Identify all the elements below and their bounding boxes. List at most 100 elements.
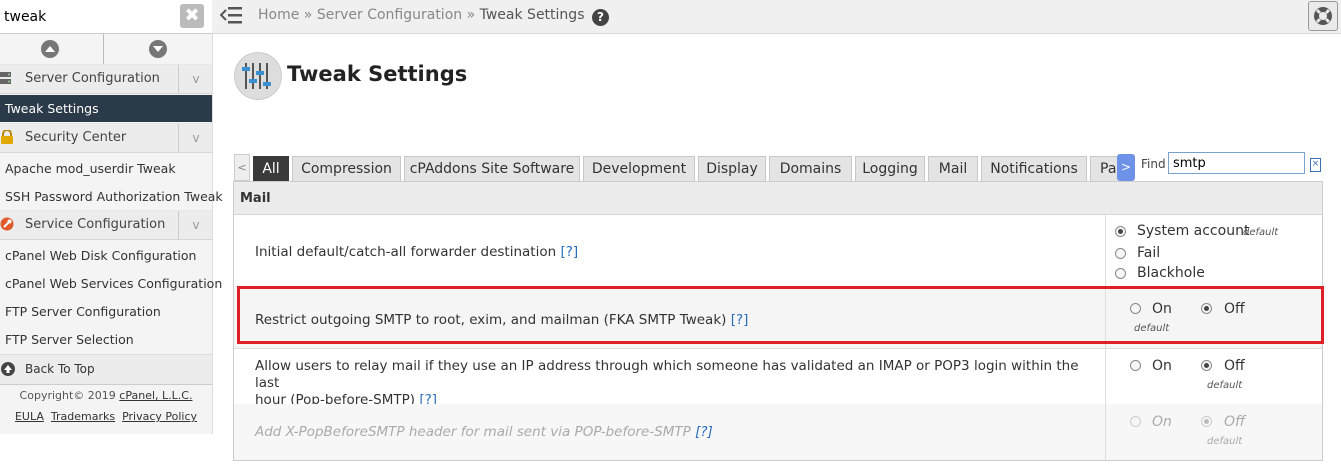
page-title: Tweak Settings xyxy=(287,62,468,86)
highlight-box xyxy=(237,286,1324,344)
radio-on[interactable] xyxy=(1130,360,1141,371)
breadcrumb-separator: » xyxy=(303,7,313,23)
sidebar-section-security-center[interactable]: Security Center v xyxy=(0,123,212,153)
radio-fail[interactable] xyxy=(1115,248,1126,259)
category-tabs: < All Compression cPAddons Site Software… xyxy=(234,154,1122,181)
sidebar-section-label: Service Configuration xyxy=(25,217,166,232)
option-label: Fail xyxy=(1137,245,1161,261)
eula-link[interactable]: EULA xyxy=(15,410,44,423)
radio-off xyxy=(1201,416,1212,427)
clear-find-icon[interactable]: × xyxy=(1310,158,1321,172)
trademarks-link[interactable]: Trademarks xyxy=(51,410,115,423)
setting-label: Add X-PopBeforeSMTP header for mail sent… xyxy=(255,424,691,440)
table-row: Initial default/catch-all forwarder dest… xyxy=(234,214,1322,287)
tab-cpaddons[interactable]: cPAddons Site Software xyxy=(404,156,580,181)
sidebar-scroll-controls xyxy=(0,34,212,65)
sidebar-item-tweak-settings[interactable]: Tweak Settings xyxy=(0,95,212,122)
option-label: Off xyxy=(1224,358,1245,374)
sidebar-item-ssh-password-auth[interactable]: SSH Password Authorization Tweak xyxy=(5,189,223,204)
divider xyxy=(1105,214,1106,286)
sidebar-section-label: Server Configuration xyxy=(25,71,160,86)
option-label: On xyxy=(1152,358,1172,374)
default-note: default xyxy=(1207,380,1243,391)
breadcrumb-home[interactable]: Home xyxy=(258,7,299,23)
group-title: Mail xyxy=(240,191,271,206)
tab-notifications[interactable]: Notifications xyxy=(981,156,1087,181)
tweak-settings-icon xyxy=(234,52,282,100)
arrow-up-icon xyxy=(1,362,15,376)
sidebar-footer: Copyright© 2019 cPanel, L.L.C. EULA Trad… xyxy=(0,389,212,423)
tab-compression[interactable]: Compression xyxy=(292,156,401,181)
group-header: Mail xyxy=(234,182,1322,215)
company-link[interactable]: cPanel, L.L.C. xyxy=(119,389,192,402)
help-icon[interactable]: ? xyxy=(591,9,609,26)
lifebuoy-icon xyxy=(1314,7,1332,25)
setting-name: Add X-PopBeforeSMTP header for mail sent… xyxy=(255,424,713,440)
setting-name: Allow users to relay mail if they use an… xyxy=(255,358,1095,409)
sidebar-item-ftp-server-configuration[interactable]: FTP Server Configuration xyxy=(5,304,161,319)
sidebar-section-service-configuration[interactable]: Service Configuration v xyxy=(0,210,212,240)
chevron-down-icon[interactable]: v xyxy=(178,124,213,152)
option-label: Off xyxy=(1224,414,1246,430)
lock-icon xyxy=(1,130,13,144)
option-label: Blackhole xyxy=(1137,265,1205,281)
copyright-text: Copyright© 2019 xyxy=(19,389,120,402)
sidebar-item-cpanel-web-services[interactable]: cPanel Web Services Configuration xyxy=(5,276,222,291)
collapse-sidebar-icon[interactable] xyxy=(220,5,244,25)
setting-name: Initial default/catch-all forwarder dest… xyxy=(255,244,578,260)
sidebar-item-cpanel-web-disk[interactable]: cPanel Web Disk Configuration xyxy=(5,248,196,263)
breadcrumb-separator: » xyxy=(466,7,476,23)
divider xyxy=(1105,348,1106,404)
server-icon xyxy=(0,72,11,84)
scroll-down-button[interactable] xyxy=(149,40,167,58)
sidebar-item-label: Tweak Settings xyxy=(5,101,99,116)
setting-label: Allow users to relay mail if they use an… xyxy=(255,358,1079,391)
tab-development[interactable]: Development xyxy=(583,156,695,181)
table-row: Allow users to relay mail if they use an… xyxy=(234,348,1322,408)
breadcrumb-server-configuration[interactable]: Server Configuration xyxy=(317,7,462,23)
radio-system-account[interactable] xyxy=(1115,226,1126,237)
scroll-up-button[interactable] xyxy=(41,40,59,58)
tab-domains[interactable]: Domains xyxy=(769,156,852,181)
find-input[interactable] xyxy=(1168,152,1305,174)
breadcrumb-current: Tweak Settings xyxy=(479,7,585,23)
support-button[interactable] xyxy=(1308,1,1338,31)
option-label: System account xyxy=(1137,223,1250,239)
back-to-top-button[interactable]: Back To Top xyxy=(0,354,212,385)
breadcrumb: Home » Server Configuration » Tweak Sett… xyxy=(258,7,609,26)
default-note: default xyxy=(1243,227,1279,238)
table-row: Add X-PopBeforeSMTP header for mail sent… xyxy=(234,404,1322,460)
tabs-next-button[interactable]: > xyxy=(1117,154,1135,181)
privacy-policy-link[interactable]: Privacy Policy xyxy=(122,410,197,423)
wrench-icon xyxy=(0,217,14,231)
tab-logging[interactable]: Logging xyxy=(855,156,925,181)
chevron-down-icon xyxy=(153,46,163,52)
radio-off[interactable] xyxy=(1201,360,1212,371)
radio-blackhole[interactable] xyxy=(1115,268,1126,279)
chevron-up-icon xyxy=(45,46,55,52)
sidebar-section-label: Security Center xyxy=(25,130,127,145)
chevron-down-icon[interactable]: v xyxy=(178,211,213,239)
divider xyxy=(103,34,104,64)
back-to-top-label: Back To Top xyxy=(25,362,95,376)
sidebar-search: ✖ xyxy=(0,0,212,34)
sidebar-item-apache-mod-userdir[interactable]: Apache mod_userdir Tweak xyxy=(5,161,176,176)
chevron-down-icon[interactable]: v xyxy=(178,65,213,93)
search-input[interactable] xyxy=(0,2,182,31)
radio-on xyxy=(1130,416,1141,427)
option-label: On xyxy=(1152,414,1172,430)
tab-all[interactable]: All xyxy=(253,156,289,181)
help-link[interactable]: [?] xyxy=(695,424,713,440)
sidebar-section-server-configuration[interactable]: Server Configuration v xyxy=(0,64,212,94)
sidebar-item-ftp-server-selection[interactable]: FTP Server Selection xyxy=(5,332,134,347)
tabs-prev-button[interactable]: < xyxy=(234,154,250,181)
clear-search-icon[interactable]: ✖ xyxy=(180,4,204,28)
setting-label: Initial default/catch-all forwarder dest… xyxy=(255,244,557,260)
sidebar: Server Configuration v Tweak Settings Se… xyxy=(0,34,223,434)
tab-mail[interactable]: Mail xyxy=(928,156,978,181)
divider xyxy=(1105,404,1106,460)
help-link[interactable]: [?] xyxy=(560,244,578,260)
tab-display[interactable]: Display xyxy=(698,156,766,181)
find-label: Find xyxy=(1141,157,1166,171)
top-bar: Home » Server Configuration » Tweak Sett… xyxy=(212,0,1341,34)
